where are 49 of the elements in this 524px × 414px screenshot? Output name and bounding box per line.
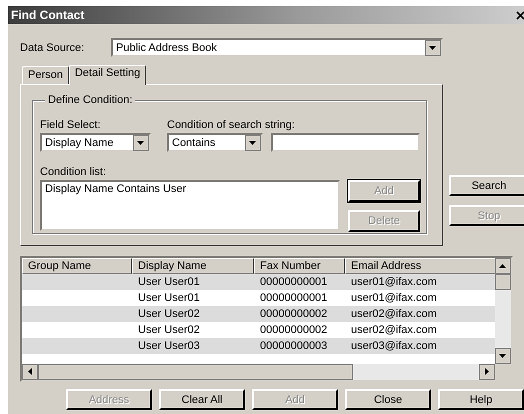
dialog-button[interactable]: Close: [345, 389, 431, 410]
group-legend: Define Condition:: [45, 94, 136, 106]
condition-list-label: Condition list:: [40, 166, 108, 178]
condition-dropdown[interactable]: Contains: [167, 133, 263, 152]
scroll-up-icon[interactable]: [495, 258, 511, 274]
table-cell: 00000000002: [260, 308, 328, 320]
dialog-button[interactable]: Help: [438, 389, 524, 410]
table-cell: 00000000001: [260, 292, 328, 304]
side-button[interactable]: Search: [449, 175, 524, 196]
table-cell: 00000000002: [260, 324, 328, 336]
table-cell: User User01: [138, 276, 200, 288]
column-header[interactable]: Email Address: [345, 258, 495, 274]
close-icon[interactable]: [516, 10, 524, 20]
table-cell: user02@ifax.com: [351, 324, 437, 336]
condition-list[interactable]: Display Name Contains User: [40, 180, 340, 231]
condition-label: Condition of search string:: [167, 119, 296, 131]
table-cell: user01@ifax.com: [351, 276, 437, 288]
column-header[interactable]: Group Name: [22, 258, 132, 274]
column-header[interactable]: Fax Number: [254, 258, 345, 274]
scroll-thumb[interactable]: [495, 274, 511, 290]
table-row[interactable]: User User01 00000000001 user01@ifax.com: [22, 274, 495, 290]
table-cell: user03@ifax.com: [351, 340, 437, 352]
vertical-scrollbar[interactable]: [495, 258, 511, 364]
table-cell: User User01: [138, 292, 200, 304]
field-select-dropdown[interactable]: Display Name: [40, 133, 151, 152]
table-cell: User User03: [138, 340, 200, 352]
column-header[interactable]: Display Name: [132, 258, 254, 274]
scroll-left-icon[interactable]: [22, 364, 38, 380]
tab[interactable]: Detail Setting: [68, 65, 146, 85]
table-cell: User User02: [138, 308, 200, 320]
dialog-button[interactable]: Clear All: [159, 389, 245, 410]
field-select-label: Field Select:: [40, 119, 102, 131]
table-cell: User User02: [138, 324, 200, 336]
condition-list-item[interactable]: Display Name Contains User: [45, 183, 335, 195]
table-cell: user01@ifax.com: [351, 292, 437, 304]
table-row[interactable]: User User02 00000000002 user02@ifax.com: [22, 306, 495, 322]
data-source-dropdown[interactable]: Public Address Book: [111, 38, 443, 57]
scroll-right-icon[interactable]: [479, 364, 495, 380]
table-cell: user02@ifax.com: [351, 308, 437, 320]
horizontal-scrollbar[interactable]: [22, 364, 511, 380]
search-string-field[interactable]: [271, 133, 420, 152]
data-source-label: Data Source:: [20, 42, 86, 54]
table-cell: 00000000003: [260, 340, 328, 352]
tab[interactable]: Person: [22, 66, 69, 84]
scroll-thumb[interactable]: [38, 364, 353, 380]
table-row[interactable]: User User03 00000000003 user03@ifax.com: [22, 338, 495, 354]
table-cell: 00000000001: [260, 276, 328, 288]
window-title: Find Contact: [11, 8, 84, 22]
scroll-down-icon[interactable]: [495, 348, 511, 364]
